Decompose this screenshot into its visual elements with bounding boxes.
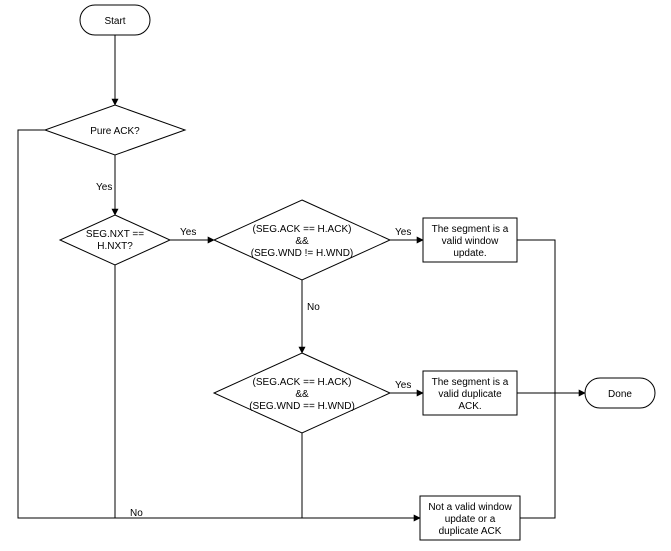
decision-ack-wnd-ne: (SEG.ACK == H.ACK) && (SEG.WND != H.WND): [214, 200, 390, 280]
label-pureack-no: No: [130, 508, 143, 519]
edge-pureack-no: [18, 130, 420, 518]
label-ne-no: No: [307, 302, 320, 313]
decision-segnxt: SEG.NXT == H.NXT?: [60, 215, 170, 265]
decision-ack-wnd-ne-l3: (SEG.WND != H.WND): [251, 248, 354, 259]
process-dup-ack-l2: valid duplicate: [438, 389, 502, 400]
decision-ack-wnd-eq-l2: &&: [295, 389, 309, 400]
label-segnxt-yes: Yes: [180, 227, 196, 238]
process-window-update: The segment is a valid window update.: [423, 218, 517, 262]
decision-ack-wnd-eq-l1: (SEG.ACK == H.ACK): [253, 377, 352, 388]
process-window-update-l1: The segment is a: [432, 224, 509, 235]
edge-notvalid-done: [520, 393, 555, 518]
start-node: Start: [80, 5, 150, 35]
label-pureack-yes: Yes: [96, 182, 112, 193]
process-not-valid: Not a valid window update or a duplicate…: [420, 496, 520, 540]
done-node: Done: [585, 378, 655, 408]
decision-ack-wnd-eq-l3: (SEG.WND == H.WND): [249, 401, 355, 412]
process-not-valid-l2: update or a: [445, 514, 496, 525]
process-dup-ack: The segment is a valid duplicate ACK.: [423, 371, 517, 415]
process-window-update-l2: valid window: [442, 236, 499, 247]
flowchart-canvas: Start Done Pure ACK? SEG.NXT == H.NXT? (…: [0, 0, 671, 551]
process-not-valid-l3: duplicate ACK: [439, 526, 502, 537]
process-not-valid-l1: Not a valid window: [428, 502, 512, 513]
decision-segnxt-l1: SEG.NXT ==: [86, 229, 144, 240]
label-eq-yes: Yes: [395, 380, 411, 391]
decision-pure-ack: Pure ACK?: [45, 105, 185, 155]
edge-winupd-done: [517, 240, 555, 393]
decision-segnxt-l2: H.NXT?: [97, 241, 133, 252]
process-window-update-l3: update.: [453, 248, 486, 259]
label-ne-yes: Yes: [395, 227, 411, 238]
decision-ack-wnd-ne-l2: &&: [295, 236, 309, 247]
process-dup-ack-l3: ACK.: [458, 401, 481, 412]
decision-ack-wnd-eq: (SEG.ACK == H.ACK) && (SEG.WND == H.WND): [214, 353, 390, 433]
process-dup-ack-l1: The segment is a: [432, 377, 509, 388]
start-label: Start: [104, 16, 125, 27]
decision-ack-wnd-ne-l1: (SEG.ACK == H.ACK): [253, 224, 352, 235]
decision-pure-ack-label: Pure ACK?: [90, 126, 140, 137]
done-label: Done: [608, 389, 632, 400]
